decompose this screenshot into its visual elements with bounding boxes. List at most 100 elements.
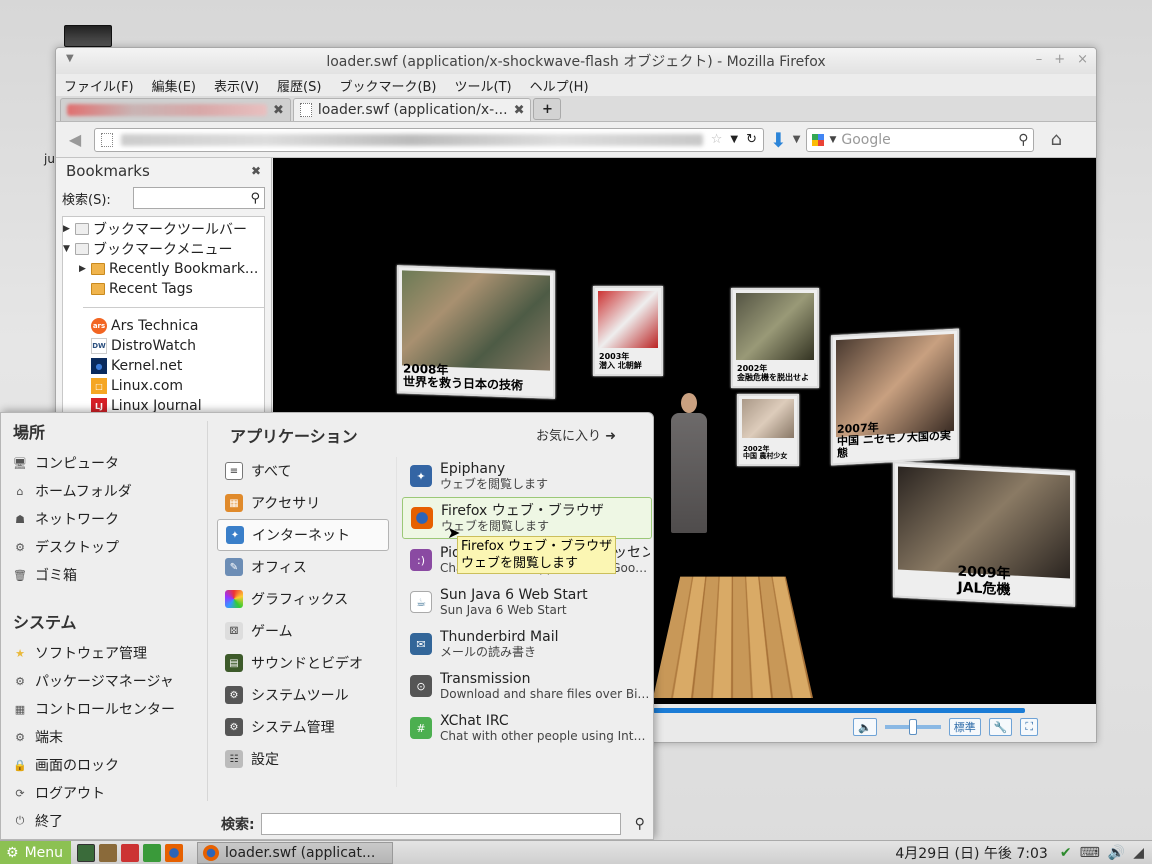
video-thumbnail[interactable]: 2008年 世界を救う日本の技術	[397, 265, 555, 399]
system-shutdown[interactable]: ⏻ 終了	[1, 807, 206, 835]
clock[interactable]: 4月29日 (日) 午後 7:03	[895, 843, 1047, 863]
tab-blurred[interactable]: ✖	[60, 98, 291, 121]
menu-search-input[interactable]	[261, 813, 621, 835]
expand-arrow-icon[interactable]: ▶	[63, 224, 71, 234]
app-epiphany[interactable]: ✦ Epiphany ウェブを閲覧します	[402, 455, 652, 497]
menu-view[interactable]: 表示(V)	[214, 76, 259, 95]
category-office[interactable]: ✎ オフィス	[217, 551, 389, 583]
url-bar[interactable]: ☆ ▼ ↻	[94, 128, 764, 152]
system-lock-screen[interactable]: 🔒 画面のロック	[1, 751, 206, 779]
system-control-center[interactable]: ▦ コントロールセンター	[1, 695, 206, 723]
menu-button[interactable]: ⚙ Menu	[0, 841, 71, 864]
download-dropdown-icon[interactable]: ▼	[793, 134, 801, 145]
bookmark-recently-bookmarked[interactable]: ▶ Recently Bookmark...	[63, 259, 264, 279]
tab-close-button[interactable]: ✖	[514, 103, 525, 118]
tab-loader-swf[interactable]: loader.swf (application/x-... ✖	[293, 98, 532, 121]
desktop-drive-icon[interactable]	[64, 25, 112, 47]
category-internet[interactable]: ✦ インターネット	[217, 519, 389, 551]
app-xchat[interactable]: # XChat IRC Chat with other people using …	[402, 707, 652, 749]
category-accessories[interactable]: ▦ アクセサリ	[217, 487, 389, 519]
category-sound-video[interactable]: ▤ サウンドとビデオ	[217, 647, 389, 679]
system-package-manager[interactable]: ⚙ パッケージマネージャ	[1, 667, 206, 695]
category-administration[interactable]: ⚙ システム管理	[217, 711, 389, 743]
fullscreen-icon[interactable]: ⛶	[1020, 718, 1038, 736]
window-titlebar[interactable]: ▼ loader.swf (application/x-shockwave-fl…	[56, 48, 1096, 74]
menu-tools[interactable]: ツール(T)	[455, 76, 512, 95]
engine-dropdown-icon[interactable]: ▼	[829, 135, 836, 145]
volume-icon[interactable]: 🔈	[853, 718, 877, 736]
video-thumbnail[interactable]: 2009年 JAL危機	[893, 461, 1075, 607]
new-tab-button[interactable]: +	[533, 98, 561, 120]
spreadsheet-icon[interactable]	[143, 844, 161, 862]
system-software-manager[interactable]: ★ ソフトウェア管理	[1, 639, 206, 667]
site-identity-icon[interactable]	[101, 133, 113, 147]
show-desktop-icon[interactable]	[77, 844, 95, 862]
video-thumbnail[interactable]: 2002年 中国 農村少女	[737, 394, 799, 466]
bookmark-ars-technica[interactable]: ars Ars Technica	[63, 316, 264, 336]
video-thumbnail[interactable]: 2002年 金融危機を脱出せよ	[731, 288, 819, 388]
menu-bookmarks[interactable]: ブックマーク(B)	[339, 76, 436, 95]
bookmark-star-icon[interactable]: ☆	[711, 132, 723, 147]
taskbar-window-firefox[interactable]: loader.swf (applicat...	[197, 842, 393, 864]
app-firefox[interactable]: Firefox ウェブ・ブラウザ ウェブを閲覧します	[402, 497, 652, 539]
file-manager-icon[interactable]	[99, 844, 117, 862]
volume-slider[interactable]	[885, 725, 941, 729]
app-sun-java-web-start[interactable]: ☕ Sun Java 6 Web Start Sun Java 6 Web Sta…	[402, 581, 652, 623]
keyboard-icon[interactable]: ⌨	[1080, 845, 1100, 861]
bookmark-kernel-net[interactable]: ● Kernel.net	[63, 356, 264, 376]
video-thumbnail[interactable]: 2003年 潜入 北朝鮮	[593, 286, 663, 376]
bookmark-recent-tags[interactable]: Recent Tags	[63, 279, 264, 299]
place-desktop[interactable]: ⚙ デスクトップ	[1, 533, 206, 561]
search-icon[interactable]: ⚲	[635, 816, 645, 832]
video-progress-bar[interactable]	[653, 708, 1025, 713]
url-dropdown-icon[interactable]: ▼	[730, 134, 738, 145]
menu-history[interactable]: 履歴(S)	[277, 76, 321, 95]
dictionary-icon[interactable]	[121, 844, 139, 862]
collapse-arrow-icon[interactable]: ▼	[63, 244, 71, 254]
video-thumbnail[interactable]: 2007年 中国 ニセモノ大国の実態	[831, 329, 959, 466]
sidebar-close-button[interactable]: ✖	[251, 164, 261, 178]
reload-icon[interactable]: ↻	[746, 132, 757, 147]
google-engine-icon[interactable]	[812, 134, 824, 146]
category-games[interactable]: ⚄ ゲーム	[217, 615, 389, 647]
bookmark-search-input[interactable]: ⚲	[133, 187, 265, 209]
favorites-link[interactable]: お気に入り ➜	[536, 425, 616, 444]
search-bar[interactable]: ▼ Google ⚲	[806, 128, 1034, 152]
window-menu-icon[interactable]: ▼	[66, 53, 74, 64]
minimize-button[interactable]: –	[1036, 52, 1043, 67]
maximize-button[interactable]: +	[1054, 52, 1065, 67]
update-shield-icon[interactable]: ✔	[1060, 845, 1072, 861]
category-preferences[interactable]: ☷ 設定	[217, 743, 389, 775]
bookmark-folder-menu[interactable]: ▼ ブックマークメニュー	[63, 239, 264, 259]
system-terminal[interactable]: ⚙ 端末	[1, 723, 206, 751]
thumbnail-caption: 2003年 潜入 北朝鮮	[599, 353, 657, 371]
firefox-launcher-icon[interactable]	[165, 844, 183, 862]
category-system-tools[interactable]: ⚙ システムツール	[217, 679, 389, 711]
place-home-folder[interactable]: ⌂ ホームフォルダ	[1, 477, 206, 505]
bookmark-folder-toolbar[interactable]: ▶ ブックマークツールバー	[63, 219, 264, 239]
download-arrow-icon[interactable]: ⬇	[770, 128, 787, 152]
network-signal-icon[interactable]: ◢	[1133, 845, 1144, 861]
search-icon[interactable]: ⚲	[1018, 132, 1028, 148]
app-thunderbird[interactable]: ✉ Thunderbird Mail メールの読み書き	[402, 623, 652, 665]
home-icon[interactable]: ⌂	[1050, 129, 1061, 150]
menu-file[interactable]: ファイル(F)	[64, 76, 134, 95]
system-logout[interactable]: ⟳ ログアウト	[1, 779, 206, 807]
place-network[interactable]: ☗ ネットワーク	[1, 505, 206, 533]
menu-help[interactable]: ヘルプ(H)	[530, 76, 589, 95]
place-trash[interactable]: 🗑 ゴミ箱	[1, 561, 206, 589]
tab-close-button[interactable]: ✖	[273, 103, 284, 118]
bookmark-linux-com[interactable]: □ Linux.com	[63, 376, 264, 396]
bookmark-distrowatch[interactable]: DW DistroWatch	[63, 336, 264, 356]
close-window-button[interactable]: ×	[1077, 52, 1088, 67]
menu-edit[interactable]: 編集(E)	[152, 76, 196, 95]
wrench-icon[interactable]: 🔧	[989, 718, 1013, 736]
back-arrow-icon[interactable]: ◀	[62, 130, 88, 149]
place-computer[interactable]: 🖥 コンピュータ	[1, 449, 206, 477]
expand-arrow-icon[interactable]: ▶	[79, 264, 87, 274]
app-transmission[interactable]: ⊙ Transmission Download and share files o…	[402, 665, 652, 707]
quality-button[interactable]: 標準	[949, 718, 981, 736]
volume-icon[interactable]: 🔊	[1108, 845, 1125, 861]
category-all[interactable]: ≡ すべて	[217, 455, 389, 487]
category-graphics[interactable]: グラフィックス	[217, 583, 389, 615]
